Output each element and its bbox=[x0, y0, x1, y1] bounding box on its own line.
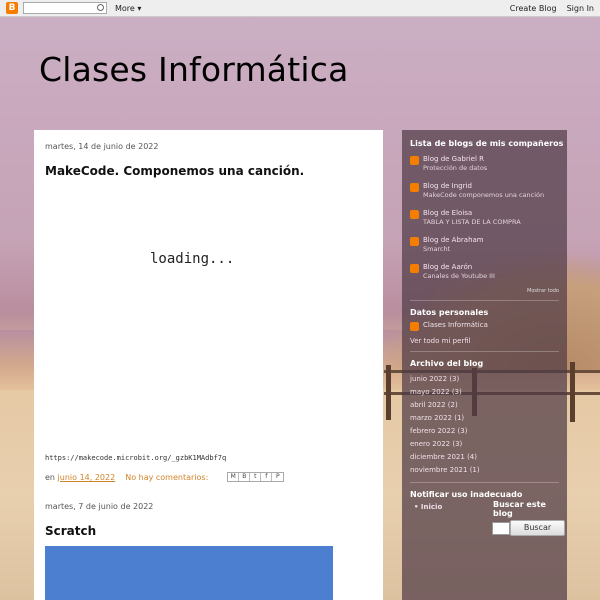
blog-list-item[interactable]: Blog de Abraham Smarcht bbox=[410, 236, 484, 253]
blog-list-item[interactable]: Blog de Ingrid MakeCode componemos una c… bbox=[410, 182, 544, 199]
profile-heading: Datos personales bbox=[410, 308, 489, 317]
archive-item[interactable]: febrero 2022 (3) bbox=[410, 427, 467, 435]
blog-search-input[interactable] bbox=[492, 522, 510, 535]
fence-post bbox=[386, 365, 391, 420]
post-date-link[interactable]: junio 14, 2022 bbox=[58, 473, 116, 482]
post-title[interactable]: MakeCode. Componemos una canción. bbox=[45, 164, 304, 178]
blog-title[interactable]: Clases Informática bbox=[39, 50, 349, 89]
fence-post bbox=[570, 362, 575, 422]
blogger-icon bbox=[410, 322, 419, 331]
comments-link[interactable]: No hay comentarios: bbox=[125, 473, 208, 482]
main-column: martes, 14 de junio de 2022 MakeCode. Co… bbox=[34, 130, 383, 600]
navbar-search-input[interactable] bbox=[23, 2, 107, 14]
archive-item[interactable]: junio 2022 (3) bbox=[410, 375, 459, 383]
show-all-link[interactable]: Mostrar todo bbox=[527, 288, 559, 294]
blog-name[interactable]: Blog de Aarón bbox=[423, 263, 495, 271]
blogger-logo-icon[interactable]: B bbox=[6, 2, 18, 14]
archive-item[interactable]: enero 2022 (3) bbox=[410, 440, 462, 448]
blog-latest-post[interactable]: Canales de Youtube III bbox=[423, 272, 495, 280]
archive-heading: Archivo del blog bbox=[410, 359, 484, 368]
blog-latest-post[interactable]: TABLA Y LISTA DE LA COMPRA bbox=[423, 218, 521, 226]
search-icon[interactable] bbox=[97, 4, 104, 11]
blog-share-icon[interactable]: B bbox=[239, 473, 251, 481]
blog-list-item[interactable]: Blog de Gabriel R Protección de datos bbox=[410, 155, 487, 172]
report-abuse-heading[interactable]: Notificar uso inadecuado bbox=[410, 490, 522, 499]
sidebar: Lista de blogs de mis compañeros Blog de… bbox=[402, 130, 567, 600]
blog-name[interactable]: Blog de Eloisa bbox=[423, 209, 521, 217]
post-footer: en junio 14, 2022 No hay comentarios: M … bbox=[45, 472, 285, 482]
blog-list-heading: Lista de blogs de mis compañeros bbox=[410, 139, 564, 148]
profile-name[interactable]: Clases Informática bbox=[423, 321, 488, 331]
archive-item[interactable]: marzo 2022 (1) bbox=[410, 414, 464, 422]
blog-name[interactable]: Blog de Abraham bbox=[423, 236, 484, 244]
divider bbox=[410, 300, 559, 301]
search-widget: Buscar este blog Buscar bbox=[492, 500, 567, 536]
archive-item[interactable]: mayo 2022 (3) bbox=[410, 388, 462, 396]
create-blog-link[interactable]: Create Blog bbox=[510, 4, 557, 13]
blog-name[interactable]: Blog de Gabriel R bbox=[423, 155, 487, 163]
search-button[interactable]: Buscar bbox=[510, 520, 565, 536]
blog-latest-post[interactable]: Protección de datos bbox=[423, 164, 487, 172]
divider bbox=[410, 351, 559, 352]
scratch-embed-image[interactable] bbox=[45, 546, 333, 600]
blogger-navbar: B More ▾ Create Blog Sign In bbox=[0, 0, 600, 17]
blogger-icon bbox=[410, 210, 419, 219]
blog-list-item[interactable]: Blog de Aarón Canales de Youtube III bbox=[410, 263, 495, 280]
archive-item[interactable]: diciembre 2021 (4) bbox=[410, 453, 477, 461]
footer-prefix: en bbox=[45, 472, 55, 482]
blogger-icon bbox=[410, 156, 419, 165]
blog-latest-post[interactable]: MakeCode componemos una canción bbox=[423, 191, 544, 199]
post-date: martes, 14 de junio de 2022 bbox=[45, 142, 159, 151]
twitter-share-icon[interactable]: t bbox=[250, 473, 262, 481]
blog-list-item[interactable]: Blog de Eloisa TABLA Y LISTA DE LA COMPR… bbox=[410, 209, 521, 226]
search-heading: Buscar este blog bbox=[493, 500, 546, 518]
post-date: martes, 7 de junio de 2022 bbox=[45, 502, 154, 511]
email-share-icon[interactable]: M bbox=[228, 473, 240, 481]
archive-item[interactable]: noviembre 2021 (1) bbox=[410, 466, 480, 474]
blogger-icon bbox=[410, 264, 419, 273]
post-link[interactable]: https://makecode.microbit.org/_gzbK1MAdb… bbox=[45, 454, 226, 462]
sign-in-link[interactable]: Sign In bbox=[567, 4, 594, 13]
divider bbox=[410, 482, 559, 483]
pinterest-share-icon[interactable]: P bbox=[272, 473, 283, 481]
blog-latest-post[interactable]: Smarcht bbox=[423, 245, 484, 253]
view-profile-link[interactable]: Ver todo mi perfil bbox=[410, 337, 471, 345]
pages-item-inicio[interactable]: • Inicio bbox=[414, 503, 442, 511]
blogger-icon bbox=[410, 183, 419, 192]
profile-item[interactable]: Clases Informática bbox=[410, 321, 488, 331]
blogger-icon bbox=[410, 237, 419, 246]
share-buttons: M B t f P bbox=[227, 472, 285, 482]
more-menu[interactable]: More ▾ bbox=[115, 4, 141, 13]
embed-loading-text: loading... bbox=[150, 251, 235, 267]
post-title[interactable]: Scratch bbox=[45, 524, 96, 538]
facebook-share-icon[interactable]: f bbox=[261, 473, 273, 481]
blog-name[interactable]: Blog de Ingrid bbox=[423, 182, 544, 190]
archive-item[interactable]: abril 2022 (2) bbox=[410, 401, 458, 409]
